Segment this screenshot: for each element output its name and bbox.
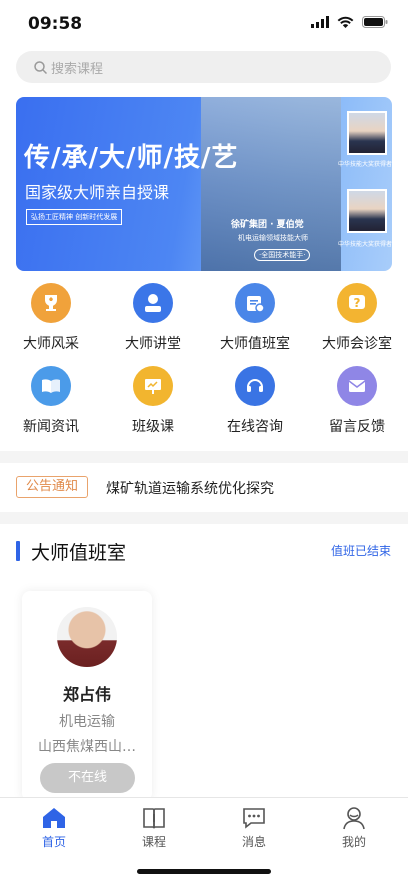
portrait-caption: 中华技能大奖获得者 bbox=[338, 161, 392, 168]
tab-home[interactable]: 首页 bbox=[24, 806, 84, 850]
question-icon: ? bbox=[337, 283, 377, 323]
avatar bbox=[57, 607, 117, 667]
section-divider bbox=[0, 512, 408, 524]
tab-label: 我的 bbox=[341, 835, 366, 849]
tab-profile[interactable]: 我的 bbox=[324, 806, 384, 850]
status-time: 09:58 bbox=[28, 14, 83, 34]
trophy-icon bbox=[31, 283, 71, 323]
lecturer-icon bbox=[133, 283, 173, 323]
message-icon bbox=[240, 806, 268, 830]
banner-portrait bbox=[347, 111, 387, 155]
grid-label: 大师会诊室 bbox=[322, 336, 392, 352]
mail-icon bbox=[337, 366, 377, 406]
master-card[interactable]: 郑占伟 机电运输 山西焦煤西山… 不在线 bbox=[22, 591, 152, 801]
grid-label: 在线咨询 bbox=[227, 419, 283, 435]
grid-item-feedback[interactable]: 留言反馈 bbox=[306, 366, 408, 436]
banner-title: 传/承/大/师/技/艺 bbox=[24, 143, 239, 173]
banner-photo bbox=[201, 97, 341, 271]
tab-messages[interactable]: 消息 bbox=[224, 806, 284, 850]
grid-item-news[interactable]: 新闻资讯 bbox=[0, 366, 102, 436]
grid-item-master-lecture[interactable]: 大师讲堂 bbox=[102, 283, 204, 353]
banner-person-role: 机电运输领域技能大师 bbox=[238, 234, 308, 242]
notice-tag: 公告通知 bbox=[16, 476, 89, 498]
grid-label: 留言反馈 bbox=[329, 419, 385, 435]
grid-item-master-style[interactable]: 大师风采 bbox=[0, 283, 102, 353]
search-placeholder: 搜索课程 bbox=[51, 61, 104, 77]
grid-label: 班级课 bbox=[132, 419, 174, 435]
section-accent-bar bbox=[16, 541, 20, 561]
grid-label: 新闻资讯 bbox=[23, 419, 79, 435]
tab-course[interactable]: 课程 bbox=[124, 806, 184, 850]
tab-label: 课程 bbox=[141, 835, 166, 849]
teacher-name: 郑占伟 bbox=[62, 685, 111, 704]
status-icons bbox=[311, 16, 388, 28]
banner-portrait bbox=[347, 189, 387, 233]
promo-banner[interactable]: 传/承/大/师/技/艺 国家级大师亲自授课 弘扬工匠精神 创新时代发展 徐矿集团… bbox=[16, 97, 392, 271]
home-indicator bbox=[137, 869, 271, 874]
tab-label: 消息 bbox=[241, 835, 266, 849]
search-icon bbox=[34, 60, 47, 74]
signal-icon bbox=[311, 16, 329, 28]
grid-label: 大师讲堂 bbox=[125, 336, 181, 352]
grid-label: 大师值班室 bbox=[220, 336, 290, 352]
course-icon bbox=[140, 806, 168, 830]
wifi-icon bbox=[337, 16, 354, 28]
notice-text[interactable]: 煤矿轨道运输系统优化探究 bbox=[106, 478, 274, 498]
home-icon bbox=[40, 806, 68, 830]
online-status-button[interactable]: 不在线 bbox=[40, 763, 135, 793]
teacher-field: 机电运输 bbox=[59, 714, 115, 730]
book-icon bbox=[31, 366, 71, 406]
search-input[interactable]: 搜索课程 bbox=[16, 51, 391, 83]
section-title: 大师值班室 bbox=[31, 542, 127, 564]
schedule-icon bbox=[235, 283, 275, 323]
profile-icon bbox=[340, 806, 368, 830]
grid-item-consult-room[interactable]: ? 大师会诊室 bbox=[306, 283, 408, 353]
status-bar: 09:58 bbox=[0, 0, 408, 48]
headset-icon bbox=[235, 366, 275, 406]
banner-person-award: ·全国技术能手· bbox=[254, 249, 311, 261]
grid-item-online-consult[interactable]: 在线咨询 bbox=[204, 366, 306, 436]
banner-person-name: 徐矿集团 · 夏伯党 bbox=[231, 220, 304, 230]
battery-icon bbox=[362, 16, 388, 28]
tab-label: 首页 bbox=[41, 835, 66, 849]
grid-item-class[interactable]: 班级课 bbox=[102, 366, 204, 436]
grid-item-duty-room[interactable]: 大师值班室 bbox=[204, 283, 306, 353]
portrait-caption: 中华技能大奖获得者 bbox=[338, 241, 392, 248]
whiteboard-icon bbox=[133, 366, 173, 406]
section-divider bbox=[0, 451, 408, 463]
duty-status-link[interactable]: 值班已结束 bbox=[331, 542, 391, 559]
svg-text:?: ? bbox=[354, 296, 361, 310]
banner-subtitle: 国家级大师亲自授课 bbox=[25, 183, 170, 202]
banner-tag: 弘扬工匠精神 创新时代发展 bbox=[26, 209, 123, 225]
teacher-org: 山西焦煤西山… bbox=[38, 739, 136, 755]
grid-label: 大师风采 bbox=[23, 336, 79, 352]
